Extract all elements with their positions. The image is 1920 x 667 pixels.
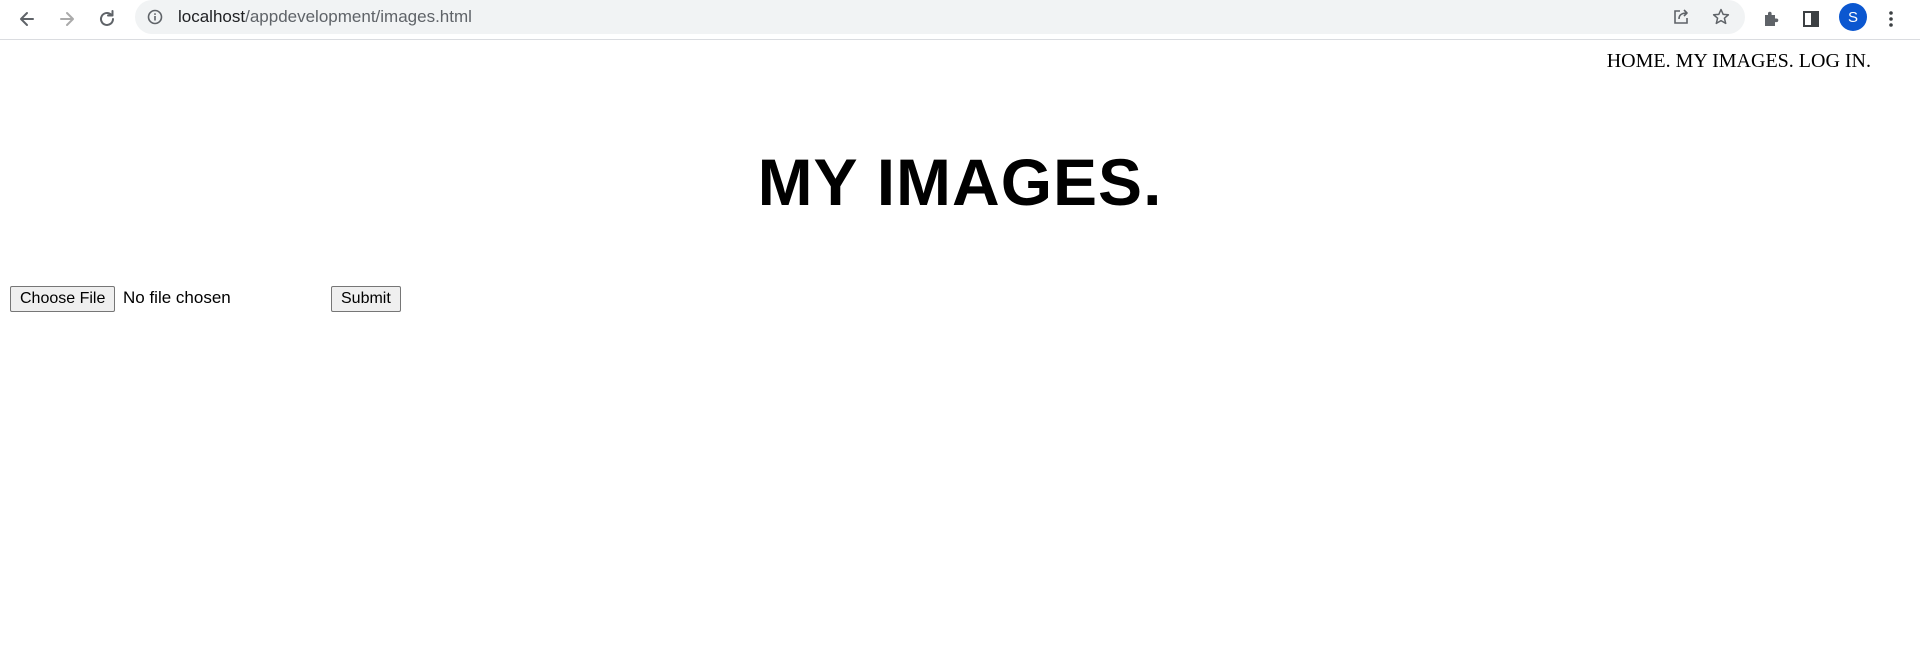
file-status-text: No file chosen [123,288,231,307]
nav-log-in-link[interactable]: LOG IN. [1799,50,1871,72]
arrow-right-icon [60,12,74,26]
more-vert-icon [1889,11,1893,27]
site-info-icon[interactable] [147,9,163,25]
submit-button[interactable]: Submit [331,286,401,312]
choose-file-button[interactable]: Choose File [10,286,116,312]
puzzle-icon [1765,11,1779,26]
nav-home-link[interactable]: HOME. [1607,50,1671,72]
browser-menu-button[interactable] [1875,3,1907,35]
side-panel-icon [1803,11,1819,27]
page-title: MY IMAGES. [757,145,1163,219]
back-button[interactable] [11,3,43,35]
url-host: localhost [178,7,246,26]
share-button[interactable] [1667,3,1695,31]
forward-button[interactable] [51,3,83,35]
top-nav: HOME. MY IMAGES. LOG IN. [1607,50,1871,73]
reload-icon [100,10,114,26]
address-bar[interactable]: localhost/appdevelopment/images.html [135,0,1745,34]
side-panel-button[interactable] [1795,3,1827,35]
extensions-button[interactable] [1755,3,1787,35]
profile-avatar[interactable]: S [1839,3,1867,31]
url-text[interactable]: localhost/appdevelopment/images.html [178,7,472,27]
url-path: /appdevelopment/images.html [245,7,472,26]
reload-button[interactable] [91,3,123,35]
bookmark-button[interactable] [1707,3,1735,31]
share-icon [1674,9,1688,24]
arrow-left-icon [20,12,34,26]
nav-my-images-link[interactable]: MY IMAGES. [1676,50,1794,72]
star-icon [1712,8,1730,25]
profile-initial: S [1847,8,1858,26]
browser-toolbar: localhost/appdevelopment/images.html S [0,0,1920,40]
